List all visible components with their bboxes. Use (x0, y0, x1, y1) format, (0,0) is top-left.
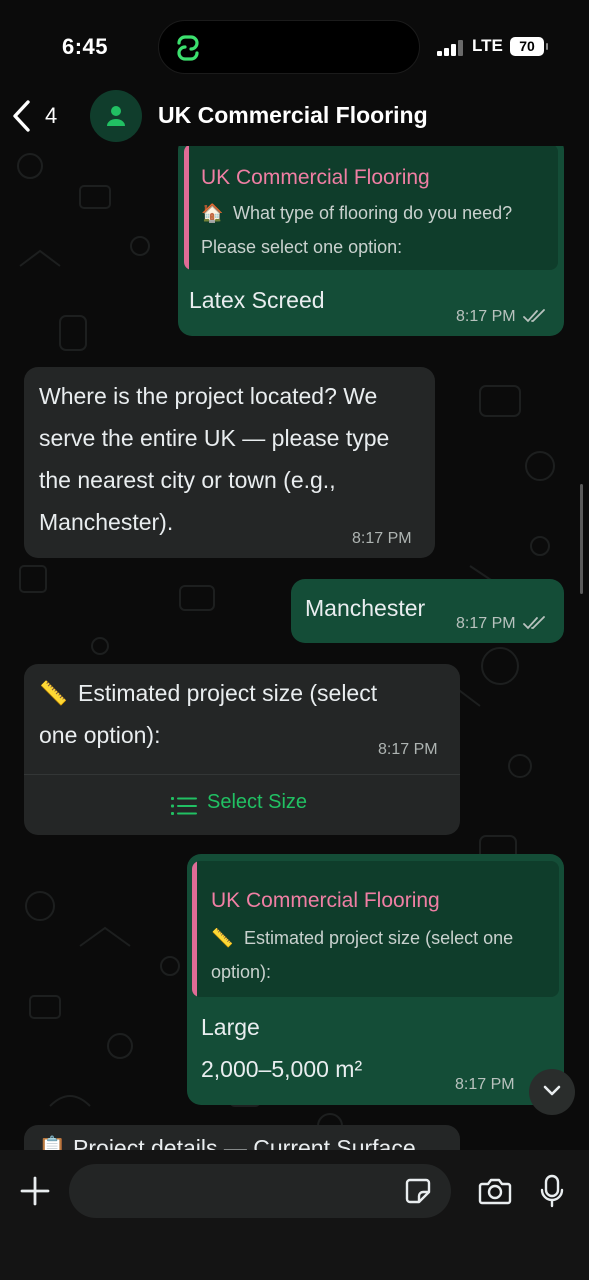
quoted-text: Please select one option: (201, 237, 403, 257)
quoted-sender: UK Commercial Flooring (211, 889, 440, 912)
message-time: 8:17 PM (456, 308, 547, 326)
dynamic-island (158, 20, 420, 74)
contact-avatar-icon (107, 106, 125, 126)
composer-bar (0, 1150, 589, 1280)
read-receipt-icon (523, 309, 545, 323)
scroll-to-bottom-button[interactable] (529, 1069, 575, 1115)
quoted-emoji: 🏠 (201, 203, 224, 223)
unread-chats-count[interactable]: 4 (45, 103, 57, 129)
message-text-line: Estimated project size (select (78, 680, 378, 706)
message-list[interactable]: UK Commercial Flooring 🏠 What type of fl… (0, 146, 589, 1150)
message-text: 📋 Project details — Current Surface (38, 1135, 416, 1150)
network-type: LTE (472, 36, 503, 55)
back-chevron-icon[interactable] (10, 98, 36, 134)
quoted-message[interactable]: UK Commercial Flooring 🏠 What type of fl… (184, 146, 558, 270)
select-size-button[interactable]: Select Size (24, 774, 460, 834)
chevron-down-icon (543, 1085, 561, 1096)
message-input[interactable] (69, 1164, 451, 1218)
message-text: Latex Screed (189, 287, 325, 313)
avatar[interactable] (90, 90, 142, 142)
link-activity-icon (177, 35, 199, 61)
quoted-text: Estimated project size (select one (244, 928, 514, 948)
sticker-icon[interactable] (404, 1177, 432, 1205)
battery-icon: 70 (510, 37, 548, 56)
message-text: Manchester (305, 595, 426, 621)
message-bubble-outgoing[interactable]: Manchester 8:17 PM (291, 579, 564, 643)
message-time: 8:17 PM (378, 741, 438, 758)
quoted-sender: UK Commercial Flooring (201, 166, 430, 189)
camera-icon[interactable] (478, 1176, 512, 1206)
message-time: 8:17 PM (352, 530, 412, 547)
message-text-line: the nearest city or town (e.g., (39, 467, 336, 493)
quoted-text: option): (211, 962, 272, 982)
chat-header: 4 UK Commercial Flooring (0, 90, 589, 146)
quoted-message[interactable]: UK Commercial Flooring 📏 Estimated proje… (192, 861, 559, 997)
chat-title[interactable]: UK Commercial Flooring (158, 102, 428, 129)
message-emoji: 📏 (39, 680, 68, 706)
message-text-line: Large (201, 1014, 260, 1040)
message-text-line: 2,000–5,000 m² (201, 1056, 363, 1082)
message-time: 8:17 PM (456, 615, 547, 633)
message-bubble-outgoing[interactable]: UK Commercial Flooring 📏 Estimated proje… (187, 854, 564, 1105)
message-text-line: Where is the project located? We (39, 383, 378, 409)
message-bubble-outgoing[interactable]: UK Commercial Flooring 🏠 What type of fl… (178, 146, 564, 336)
status-bar: 6:45 LTE 70 (0, 0, 589, 92)
message-text-line: one option): (39, 722, 161, 748)
message-text-line: serve the entire UK — please type (39, 425, 390, 451)
message-time: 8:17 PM (455, 1076, 515, 1093)
message-bubble-incoming[interactable]: 📏 Estimated project size (select one opt… (24, 664, 460, 835)
quoted-text: What type of flooring do you need? (233, 203, 513, 223)
message-bubble-incoming[interactable]: Where is the project located? We serve t… (24, 367, 435, 558)
select-size-label: Select Size (207, 791, 308, 813)
scrollbar[interactable] (580, 484, 583, 594)
quoted-emoji: 📏 (211, 928, 234, 948)
read-receipt-icon (523, 616, 545, 630)
message-text-line: Manchester). (39, 509, 174, 535)
message-bubble-incoming[interactable]: 📋 Project details — Current Surface (24, 1125, 460, 1150)
microphone-icon[interactable] (540, 1174, 564, 1208)
list-icon (171, 797, 197, 815)
status-time: 6:45 (62, 34, 109, 59)
cellular-signal-icon (437, 40, 463, 56)
plus-icon[interactable] (19, 1175, 51, 1207)
